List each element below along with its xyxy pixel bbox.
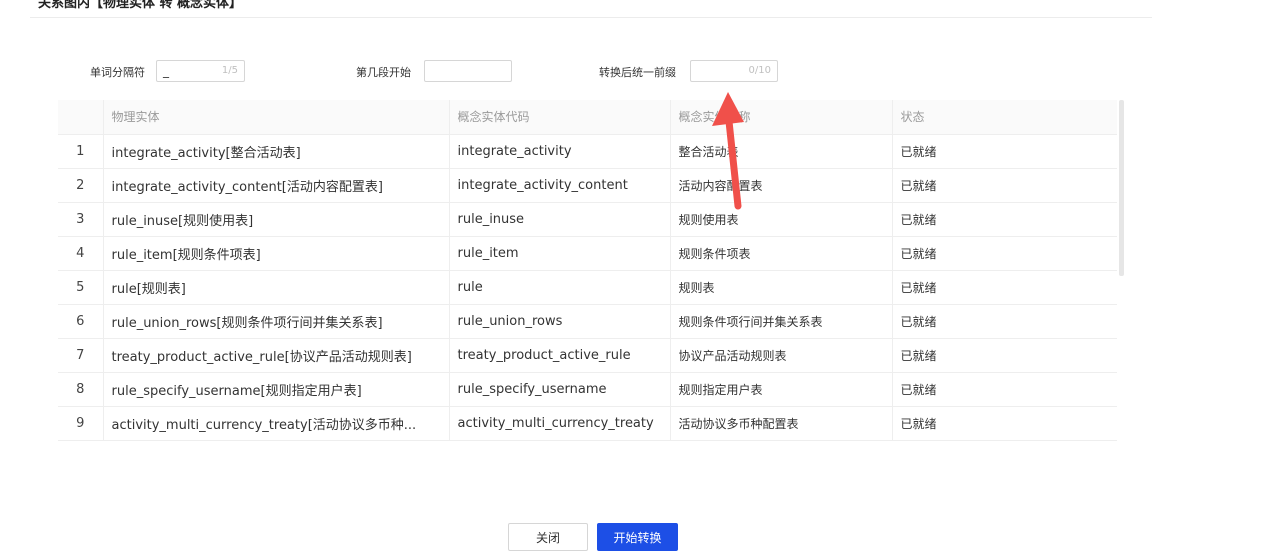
status-cell: 已就绪 xyxy=(892,372,1117,407)
table-row[interactable]: 8 rule_specify_username[规则指定用户表] rule_sp… xyxy=(58,372,1117,407)
physical-entity-cell: integrate_activity[整合活动表] xyxy=(103,134,450,169)
concept-name-cell: 规则使用表 xyxy=(670,202,893,237)
physical-entity-cell: integrate_activity_content[活动内容配置表] xyxy=(103,168,450,203)
row-index: 7 xyxy=(58,338,104,373)
concept-name-cell: 规则条件项行间并集关系表 xyxy=(670,304,893,339)
table-row[interactable]: 6 rule_union_rows[规则条件项行间并集关系表] rule_uni… xyxy=(58,304,1117,339)
concept-code-cell: rule xyxy=(449,270,671,305)
concept-name-cell: 整合活动表 xyxy=(670,134,893,169)
row-index: 8 xyxy=(58,372,104,407)
column-header-concept-code: 概念实体代码 xyxy=(449,100,671,135)
table-row[interactable]: 1 integrate_activity[整合活动表] integrate_ac… xyxy=(58,134,1117,169)
physical-entity-cell: rule_inuse[规则使用表] xyxy=(103,202,450,237)
separator-label: 单词分隔符 xyxy=(90,66,145,79)
physical-entity-cell: rule[规则表] xyxy=(103,270,450,305)
status-cell: 已就绪 xyxy=(892,202,1117,237)
table-header-row: 物理实体 概念实体代码 概念实体名称 状态 xyxy=(58,100,1117,135)
table-row[interactable]: 5 rule[规则表] rule 规则表 已就绪 xyxy=(58,270,1117,305)
segment-start-input[interactable] xyxy=(424,60,512,82)
physical-entity-cell: activity_multi_currency_treaty[活动协议多币种..… xyxy=(103,406,450,441)
concept-name-cell: 活动内容配置表 xyxy=(670,168,893,203)
separator-value: _ xyxy=(163,64,169,78)
row-index: 3 xyxy=(58,202,104,237)
title-divider xyxy=(30,17,1152,18)
prefix-counter: 0/10 xyxy=(748,65,771,76)
status-cell: 已就绪 xyxy=(892,168,1117,203)
concept-code-cell: rule_inuse xyxy=(449,202,671,237)
physical-entity-cell: rule_item[规则条件项表] xyxy=(103,236,450,271)
table-row[interactable]: 7 treaty_product_active_rule[协议产品活动规则表] … xyxy=(58,338,1117,373)
table-row[interactable]: 4 rule_item[规则条件项表] rule_item 规则条件项表 已就绪 xyxy=(58,236,1117,271)
separator-input[interactable]: _ 1/5 xyxy=(156,60,245,82)
concept-code-cell: treaty_product_active_rule xyxy=(449,338,671,373)
status-cell: 已就绪 xyxy=(892,236,1117,271)
row-index: 6 xyxy=(58,304,104,339)
concept-code-cell: integrate_activity_content xyxy=(449,168,671,203)
concept-code-cell: integrate_activity xyxy=(449,134,671,169)
row-index: 4 xyxy=(58,236,104,271)
row-index: 9 xyxy=(58,406,104,441)
entity-table: 物理实体 概念实体代码 概念实体名称 状态 1 integrate_activi… xyxy=(58,100,1117,441)
table-scrollbar[interactable] xyxy=(1119,100,1124,276)
status-cell: 已就绪 xyxy=(892,406,1117,441)
column-header-status: 状态 xyxy=(892,100,1117,135)
table-row[interactable]: 9 activity_multi_currency_treaty[活动协议多币种… xyxy=(58,406,1117,441)
concept-code-cell: rule_item xyxy=(449,236,671,271)
concept-name-cell: 规则表 xyxy=(670,270,893,305)
separator-counter: 1/5 xyxy=(221,65,238,76)
concept-name-cell: 协议产品活动规则表 xyxy=(670,338,893,373)
concept-name-cell: 活动协议多币种配置表 xyxy=(670,406,893,441)
segment-start-label: 第几段开始 xyxy=(356,66,411,79)
status-cell: 已就绪 xyxy=(892,134,1117,169)
row-index: 5 xyxy=(58,270,104,305)
physical-entity-cell: treaty_product_active_rule[协议产品活动规则表] xyxy=(103,338,450,373)
status-cell: 已就绪 xyxy=(892,270,1117,305)
prefix-label: 转换后统一前缀 xyxy=(599,66,676,79)
concept-code-cell: activity_multi_currency_treaty xyxy=(449,406,671,441)
status-cell: 已就绪 xyxy=(892,304,1117,339)
concept-code-cell: rule_union_rows xyxy=(449,304,671,339)
table-row[interactable]: 2 integrate_activity_content[活动内容配置表] in… xyxy=(58,168,1117,203)
physical-entity-cell: rule_specify_username[规则指定用户表] xyxy=(103,372,450,407)
table-row[interactable]: 3 rule_inuse[规则使用表] rule_inuse 规则使用表 已就绪 xyxy=(58,202,1117,237)
dialog-title: 关系图内【物理实体 转 概念实体】 xyxy=(38,0,243,11)
column-header-index xyxy=(58,100,104,135)
physical-entity-cell: rule_union_rows[规则条件项行间并集关系表] xyxy=(103,304,450,339)
row-index: 1 xyxy=(58,134,104,169)
concept-name-cell: 规则指定用户表 xyxy=(670,372,893,407)
start-convert-button[interactable]: 开始转换 xyxy=(597,523,678,551)
concept-code-cell: rule_specify_username xyxy=(449,372,671,407)
row-index: 2 xyxy=(58,168,104,203)
concept-name-cell: 规则条件项表 xyxy=(670,236,893,271)
column-header-physical-entity: 物理实体 xyxy=(103,100,450,135)
close-button[interactable]: 关闭 xyxy=(508,523,588,551)
prefix-input[interactable]: 0/10 xyxy=(690,60,778,82)
column-header-concept-name: 概念实体名称 xyxy=(670,100,893,135)
status-cell: 已就绪 xyxy=(892,338,1117,373)
